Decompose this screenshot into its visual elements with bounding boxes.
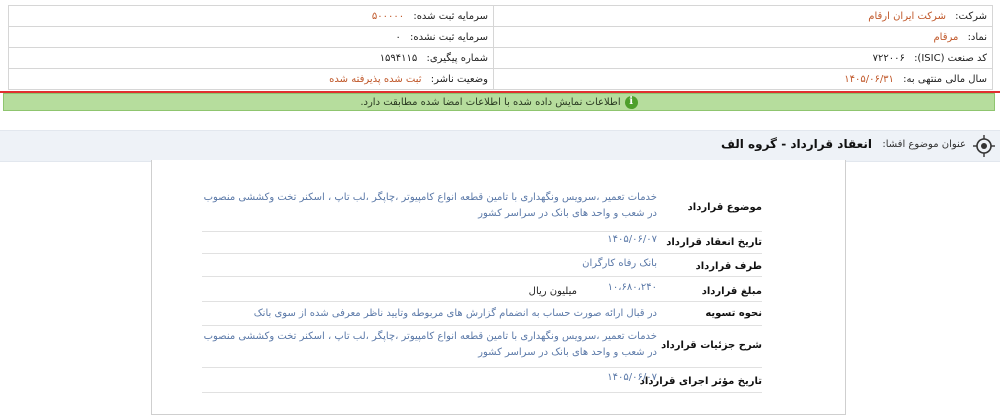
row-label: طرف قرارداد [695, 261, 762, 272]
capital-registered-label: سرمایه ثبت شده: [413, 10, 488, 22]
row-value: خدمات تعمیر ،سرویس ونگهداری با تامین قطع… [203, 192, 657, 219]
symbol-cell: نماد: مرقام [493, 26, 993, 48]
row-label: تاریخ مؤثر اجرای قرارداد [639, 376, 762, 387]
capital-unregistered-cell: سرمایه ثبت نشده: ۰ [8, 26, 494, 48]
info-row: سال مالی منتهی به: ۱۴۰۵/۰۶/۳۱ وضعیت ناشر… [8, 68, 993, 90]
fiscal-year-value: ۱۴۰۵/۰۶/۳۱ [844, 73, 894, 85]
row-value: در قبال ارائه صورت حساب به انضمام گزارش … [253, 308, 657, 319]
contract-details-panel: موضوع قرارداد خدمات تعمیر ،سرویس ونگهدار… [151, 160, 846, 415]
publisher-status-value: ثبت شده پذیرفته شده [329, 73, 422, 85]
info-row: شرکت: شرکت ایران ارقام سرمایه ثبت شده: ۵… [8, 5, 993, 27]
row-label: موضوع قرارداد [687, 202, 762, 213]
company-value[interactable]: شرکت ایران ارقام [868, 11, 946, 22]
capital-registered-value: ۵۰۰۰۰۰ [371, 10, 405, 22]
contract-row-effective-date: تاریخ مؤثر اجرای قرارداد ۱۴۰۵/۰۶/۰۷ [202, 368, 762, 393]
row-value: بانک رفاه کارگران [582, 258, 657, 269]
contract-row-details: شرح جزئیات قرارداد خدمات تعمیر ،سرویس ون… [202, 326, 762, 368]
row-label: نحوه تسویه [705, 308, 762, 319]
contract-row-date: تاریخ انعقاد قرارداد ۱۴۰۵/۰۶/۰۷ [202, 232, 762, 254]
banner-message: اطلاعات نمایش داده شده با اطلاعات امضا ش… [360, 96, 621, 108]
symbol-value[interactable]: مرقام [933, 32, 958, 43]
capital-unregistered-value: ۰ [395, 31, 401, 43]
target-icon [973, 135, 995, 157]
row-unit: میلیون ریال [528, 286, 577, 297]
subject-header: عنوان موضوع افشا: انعقاد قرارداد - گروه … [0, 130, 1000, 162]
capital-unregistered-label: سرمایه ثبت نشده: [410, 31, 488, 43]
company-info-table: شرکت: شرکت ایران ارقام سرمایه ثبت شده: ۵… [8, 5, 993, 90]
symbol-label: نماد: [967, 31, 987, 43]
subject-label: عنوان موضوع افشا: [882, 139, 966, 150]
isic-value: ۷۲۲۰۰۶ [872, 52, 905, 64]
isic-label: کد صنعت (ISIC): [914, 52, 987, 64]
isic-cell: کد صنعت (ISIC): ۷۲۲۰۰۶ [493, 47, 993, 69]
row-value: ۱۴۰۵/۰۶/۰۷ [607, 234, 657, 245]
row-value: ۱۴۰۵/۰۶/۰۷ [607, 372, 657, 383]
contract-row-amount: مبلغ قرارداد ۱۰،۶۸۰،۲۴۰ میلیون ریال [202, 277, 762, 302]
fiscal-year-cell: سال مالی منتهی به: ۱۴۰۵/۰۶/۳۱ [493, 68, 993, 90]
publisher-status-label: وضعیت ناشر: [430, 73, 488, 85]
fiscal-year-label: سال مالی منتهی به: [903, 73, 987, 85]
contract-row-party: طرف قرارداد بانک رفاه کارگران [202, 254, 762, 277]
tracking-value: ۱۵۹۴۱۱۵ [379, 52, 418, 64]
subject-title: انعقاد قرارداد - گروه الف [720, 137, 872, 151]
contract-row-subject: موضوع قرارداد خدمات تعمیر ،سرویس ونگهدار… [202, 185, 762, 232]
publisher-status-cell: وضعیت ناشر: ثبت شده پذیرفته شده [8, 68, 494, 90]
contract-row-settlement: نحوه تسویه در قبال ارائه صورت حساب به ان… [202, 302, 762, 326]
contract-details-list: موضوع قرارداد خدمات تعمیر ،سرویس ونگهدار… [202, 185, 762, 393]
capital-registered-cell: سرمایه ثبت شده: ۵۰۰۰۰۰ [8, 5, 494, 27]
company-cell: شرکت: شرکت ایران ارقام [493, 5, 993, 27]
row-label: تاریخ انعقاد قرارداد [666, 237, 762, 248]
row-value: ۱۰،۶۸۰،۲۴۰ [607, 282, 657, 293]
info-row: نماد: مرقام سرمایه ثبت نشده: ۰ [8, 26, 993, 48]
row-label: شرح جزئیات قرارداد [661, 340, 762, 351]
tracking-cell: شماره پیگیری: ۱۵۹۴۱۱۵ [8, 47, 494, 69]
info-row: کد صنعت (ISIC): ۷۲۲۰۰۶ شماره پیگیری: ۱۵۹… [8, 47, 993, 69]
company-label: شرکت: [955, 10, 987, 22]
row-value: خدمات تعمیر ،سرویس ونگهداری با تامین قطع… [203, 331, 657, 358]
signature-match-banner: i اطلاعات نمایش داده شده با اطلاعات امضا… [3, 93, 995, 111]
tracking-label: شماره پیگیری: [426, 52, 488, 64]
row-label: مبلغ قرارداد [701, 286, 762, 297]
info-icon: i [624, 95, 638, 109]
